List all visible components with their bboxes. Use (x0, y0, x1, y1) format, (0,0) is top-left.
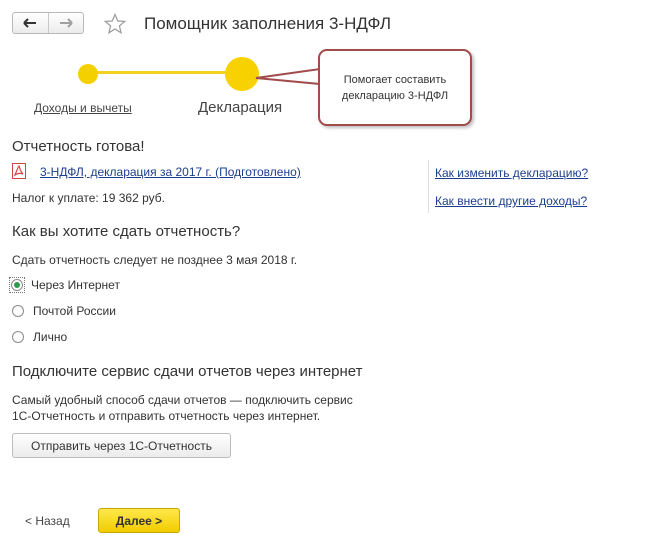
service-heading: Подключите сервис сдачи отчетов через ин… (12, 363, 363, 380)
step-dot-income[interactable] (78, 64, 98, 84)
forward-button[interactable] (47, 13, 84, 33)
radio-option-post[interactable]: Почтой России (12, 302, 116, 320)
arrow-left-icon (23, 18, 37, 28)
radio-button-checked[interactable] (11, 279, 23, 291)
tooltip-pointer (255, 67, 321, 86)
tax-to-pay: Налог к уплате: 19 362 руб. (12, 191, 165, 205)
report-ready-heading: Отчетность готова! (12, 138, 145, 155)
back-button[interactable] (13, 13, 48, 33)
history-nav (12, 12, 84, 34)
radio-option-internet[interactable]: Через Интернет (9, 276, 120, 294)
back-link[interactable]: < Назад (25, 514, 70, 528)
focus-frame (9, 277, 25, 293)
step-link-income[interactable]: Доходы и вычеты (34, 101, 132, 115)
star-icon (103, 12, 127, 35)
step-tooltip: Помогает составить декларацию 3-НДФЛ (318, 49, 472, 126)
submit-method-heading: Как вы хотите сдать отчетность? (12, 223, 241, 240)
help-links-panel: Как изменить декларацию? Как внести друг… (428, 160, 609, 213)
radio-label-post: Почтой России (33, 304, 116, 318)
send-via-1c-button[interactable]: Отправить через 1С-Отчетность (12, 433, 231, 458)
favorite-star-button[interactable] (103, 12, 127, 35)
declaration-document-link[interactable]: 3-НДФЛ, декларация за 2017 г. (Подготовл… (40, 165, 301, 179)
radio-option-in-person[interactable]: Лично (12, 328, 67, 346)
pdf-icon (12, 163, 26, 179)
radio-label-in-person: Лично (33, 330, 68, 344)
service-description: Самый удобный способ сдачи отчетов — под… (12, 392, 353, 424)
deadline-text: Сдать отчетность следует не позднее 3 ма… (12, 253, 298, 267)
how-to-add-income-link[interactable]: Как внести другие доходы? (435, 194, 587, 208)
stepper-line (86, 71, 244, 74)
service-description-line1: Самый удобный способ сдачи отчетов — под… (12, 393, 353, 407)
next-button[interactable]: Далее > (98, 508, 180, 533)
service-description-line2: 1С-Отчетность и отправить отчетность чер… (12, 409, 321, 423)
how-to-edit-declaration-link[interactable]: Как изменить декларацию? (435, 166, 588, 180)
step-label-declaration: Декларация (198, 99, 283, 116)
page-title: Помощник заполнения 3-НДФЛ (144, 14, 392, 33)
radio-button[interactable] (12, 331, 24, 343)
radio-button[interactable] (12, 305, 24, 317)
arrow-right-icon (59, 18, 73, 28)
radio-label-internet: Через Интернет (31, 278, 120, 292)
